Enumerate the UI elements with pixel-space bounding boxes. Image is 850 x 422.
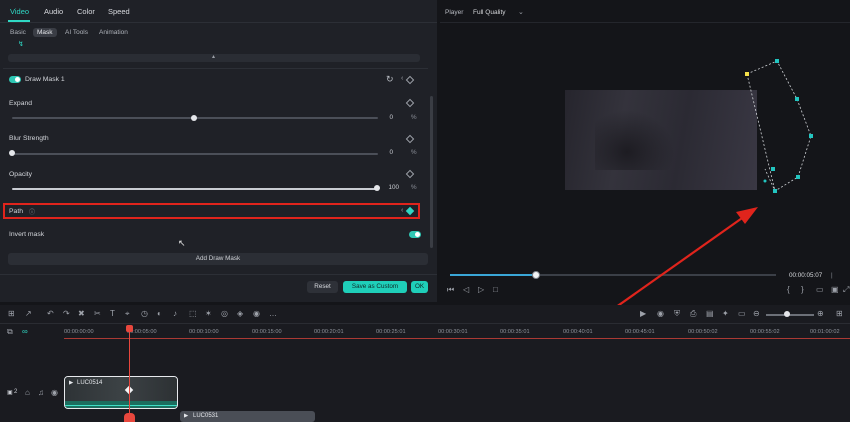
mask-icon[interactable]: ◎ [221,310,228,318]
zoom-slider-track[interactable] [766,314,814,316]
ruler-tick: 00:00:25:01 [376,329,406,335]
ruler-tick: 00:01:00:02 [810,329,840,335]
zoom-slider-knob[interactable] [784,311,790,317]
lock-icon[interactable]: ⌂ [25,389,30,397]
zoom-in-icon[interactable]: ⊕ [817,310,824,318]
ruler-tick: 00:00:35:01 [500,329,530,335]
ai-icon[interactable]: ✦ [722,310,729,318]
undo-icon[interactable]: ↶ [47,310,54,318]
editor-window: Video Audio Color Speed Basic Mask AI To… [0,0,850,422]
stabilize-icon[interactable]: ◈ [237,310,243,318]
ruler-tick: 00:00:50:02 [688,329,718,335]
ruler-tick: 00:00:15:00 [252,329,282,335]
ruler-tick: 00:00:55:02 [750,329,780,335]
pointer-icon[interactable]: ↗ [25,310,32,318]
video-track-icon: ▣ [7,390,13,396]
audio-icon[interactable]: ♪ [173,310,177,318]
audio-track-icon[interactable]: ♫ [38,389,44,397]
split-icon[interactable]: ✂ [94,310,101,318]
ruler-tick: 00:00:20:01 [314,329,344,335]
voice-icon[interactable]: ▤ [706,310,714,318]
zoom-out-icon[interactable]: ⊖ [753,310,760,318]
playhead[interactable] [129,330,130,422]
track-number: 2 [14,389,18,395]
grid-icon[interactable]: ⊞ [836,310,843,318]
ruler-tick: 00:00:45:01 [625,329,655,335]
caption-icon[interactable]: ▭ [738,310,746,318]
waveform-line [65,405,177,406]
add-track-icon[interactable]: ⧉ [7,328,13,336]
select-tool-icon[interactable]: ⊞ [8,310,15,318]
ruler-tick: 00:00:40:01 [563,329,593,335]
color-icon[interactable]: ◐ [157,310,162,318]
text-icon[interactable]: T [110,310,115,318]
timeline-clip[interactable]: ▶ LUC0514 [64,376,178,409]
crop-icon[interactable]: ⌖ [125,310,130,318]
microphone-icon[interactable]: ⎙ [690,310,696,318]
shield-icon[interactable]: ⛨ [674,310,680,318]
speed-icon[interactable]: ◷ [141,310,148,318]
ruler-range [64,338,850,339]
ruler-tick: 00:00:30:01 [438,329,468,335]
link-icon[interactable]: ∞ [22,328,28,336]
clip-name: LUC0531 [193,413,219,419]
redo-icon[interactable]: ↷ [63,310,70,318]
playhead-handle[interactable] [126,325,133,332]
render-icon[interactable]: ▶ [640,310,646,318]
ruler-tick: 00:00:00:00 [64,329,94,335]
timeline-divider [0,323,850,324]
transform-icon[interactable]: ⬚ [189,310,197,318]
playhead-bottom-handle[interactable] [124,413,135,422]
delete-icon[interactable]: ✖ [78,310,85,318]
play-icon: ▶ [69,380,74,386]
timeline-clip[interactable]: ▶ LUC0531 [180,411,315,422]
play-icon: ▶ [184,413,189,419]
clip-name: LUC0514 [77,380,103,386]
effects-icon[interactable]: ✶ [205,310,212,318]
marker-icon[interactable]: ◉ [657,310,664,318]
more-tools-icon[interactable]: … [269,310,277,318]
motion-icon[interactable]: ◉ [253,310,260,318]
eye-icon[interactable]: ◉ [51,389,58,397]
ruler-tick: 00:00:10:00 [189,329,219,335]
